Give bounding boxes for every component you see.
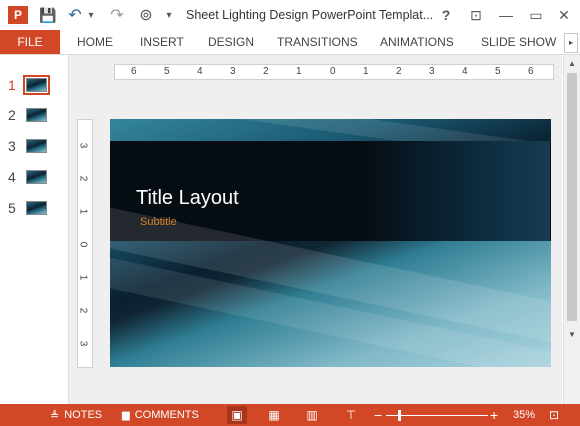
save-button[interactable]: 💾 [38,5,58,25]
ruler-tick-label: 3 [77,340,89,347]
slide-number: 3 [8,138,16,154]
status-bar: ≜ NOTES ▆ COMMENTS ▣ ▦ ▥ ⊤ − + 35% ⊡ [0,404,580,426]
redo-button[interactable]: ↷ [108,5,126,25]
scroll-up-button[interactable]: ▲ [565,57,579,71]
ruler-tick-label: 0 [330,66,336,77]
slide-thumbnail-image [26,170,47,184]
notes-icon: ≜ [50,409,60,422]
undo-button[interactable]: ↶ [66,5,84,25]
tab-insert[interactable]: INSERT [140,30,184,54]
ruler-tick-label: 4 [462,66,468,77]
ruler-tick-label: 5 [164,66,170,77]
tab-file[interactable]: FILE [0,30,60,54]
slide-canvas[interactable]: Title Layout Subtitle [110,119,551,367]
ruler-tick-label: 3 [77,142,89,149]
tab-slide-show[interactable]: SLIDE SHOW [481,30,556,54]
fit-slide-button[interactable]: ⊡ [549,404,559,426]
restore-button[interactable]: ▭ [526,5,546,25]
vertical-scrollbar[interactable]: ▲ ▼ [563,55,580,404]
scrollbar-thumb[interactable] [567,73,577,321]
band-light-glow [360,141,550,241]
slide-thumbnail[interactable]: 1 [8,75,50,95]
ruler-tick-label: 5 [495,66,501,77]
minimize-button[interactable]: — [496,5,516,25]
slide-thumbnail-image [23,75,50,95]
zoom-in-button[interactable]: + [490,404,498,426]
powerpoint-logo-icon: P [8,6,28,24]
tab-design[interactable]: DESIGN [208,30,254,54]
reading-view-button[interactable]: ▥ [302,406,322,424]
ruler-tick-label: 6 [131,66,137,77]
title-bar: P 💾 ↶ ▾ ↷ ⊚ ▾ Sheet Lighting Design Powe… [0,0,580,30]
tab-home[interactable]: HOME [77,30,113,54]
slide-show-view-button[interactable]: ⊤ [341,406,361,424]
notes-label: NOTES [64,409,103,421]
normal-view-button[interactable]: ▣ [227,406,247,424]
slide-number: 5 [8,200,16,216]
slide-thumbnail-image [26,139,47,153]
ruler-tick-label: 2 [77,175,89,182]
notes-button[interactable]: ≜ NOTES [50,404,102,426]
ruler-tick-label: 3 [230,66,236,77]
ruler-tick-label: 6 [528,66,534,77]
comments-label: COMMENTS [134,409,199,421]
slide-thumbnail[interactable]: 4 [8,167,47,187]
tab-animations[interactable]: ANIMATIONS [380,30,454,54]
undo-menu-button[interactable]: ▾ [86,5,96,25]
slide-thumbnails-pane: 1 2 3 4 5 [0,55,69,404]
ruler-tick-label: 1 [77,274,89,281]
ruler-tick-label: 4 [197,66,203,77]
zoom-out-button[interactable]: − [374,404,382,426]
ribbon-tabs: FILE HOME INSERT DESIGN TRANSITIONS ANIM… [0,30,580,55]
slide-number: 4 [8,169,16,185]
horizontal-ruler: 6 5 4 3 2 1 0 1 2 3 4 5 6 [114,64,554,80]
slide-thumbnail-image [26,108,47,122]
customize-toolbar-button[interactable]: ▾ [164,5,174,25]
zoom-slider-track[interactable] [386,415,488,416]
slide-number: 1 [8,77,16,93]
window-title: Sheet Lighting Design PowerPoint Templat… [186,8,434,22]
ruler-tick-label: 1 [296,66,302,77]
comments-button[interactable]: ▆ COMMENTS [122,404,199,426]
ruler-tick-label: 2 [396,66,402,77]
slide-subtitle-placeholder[interactable]: Subtitle [140,216,177,228]
ruler-tick-label: 2 [263,66,269,77]
tab-transitions[interactable]: TRANSITIONS [277,30,358,54]
presenter-view-button[interactable]: ⊚ [136,5,156,25]
slide-number: 2 [8,107,16,123]
scroll-down-button[interactable]: ▼ [565,328,579,342]
comments-icon: ▆ [122,409,130,421]
ribbon-scroll-right-button[interactable]: ▸ [564,33,578,53]
zoom-slider-handle[interactable] [398,410,401,421]
ruler-tick-label: 1 [77,208,89,215]
close-button[interactable]: ✕ [554,5,574,25]
ruler-tick-label: 1 [363,66,369,77]
ruler-tick-label: 3 [429,66,435,77]
slide-title-placeholder[interactable]: Title Layout [136,187,239,210]
slide-thumbnail[interactable]: 3 [8,136,47,156]
slide-thumbnail[interactable]: 5 [8,198,47,218]
help-button[interactable]: ? [436,5,456,25]
zoom-level[interactable]: 35% [513,404,535,426]
ruler-tick-label: 2 [77,307,89,314]
slide-sorter-view-button[interactable]: ▦ [264,406,284,424]
slide-thumbnail-image [26,201,47,215]
slide-thumbnail[interactable]: 2 [8,105,47,125]
vertical-ruler: 3 2 1 0 1 2 3 [77,119,93,368]
ribbon-display-button[interactable]: ⊡ [466,5,486,25]
ruler-tick-label: 0 [77,241,89,248]
